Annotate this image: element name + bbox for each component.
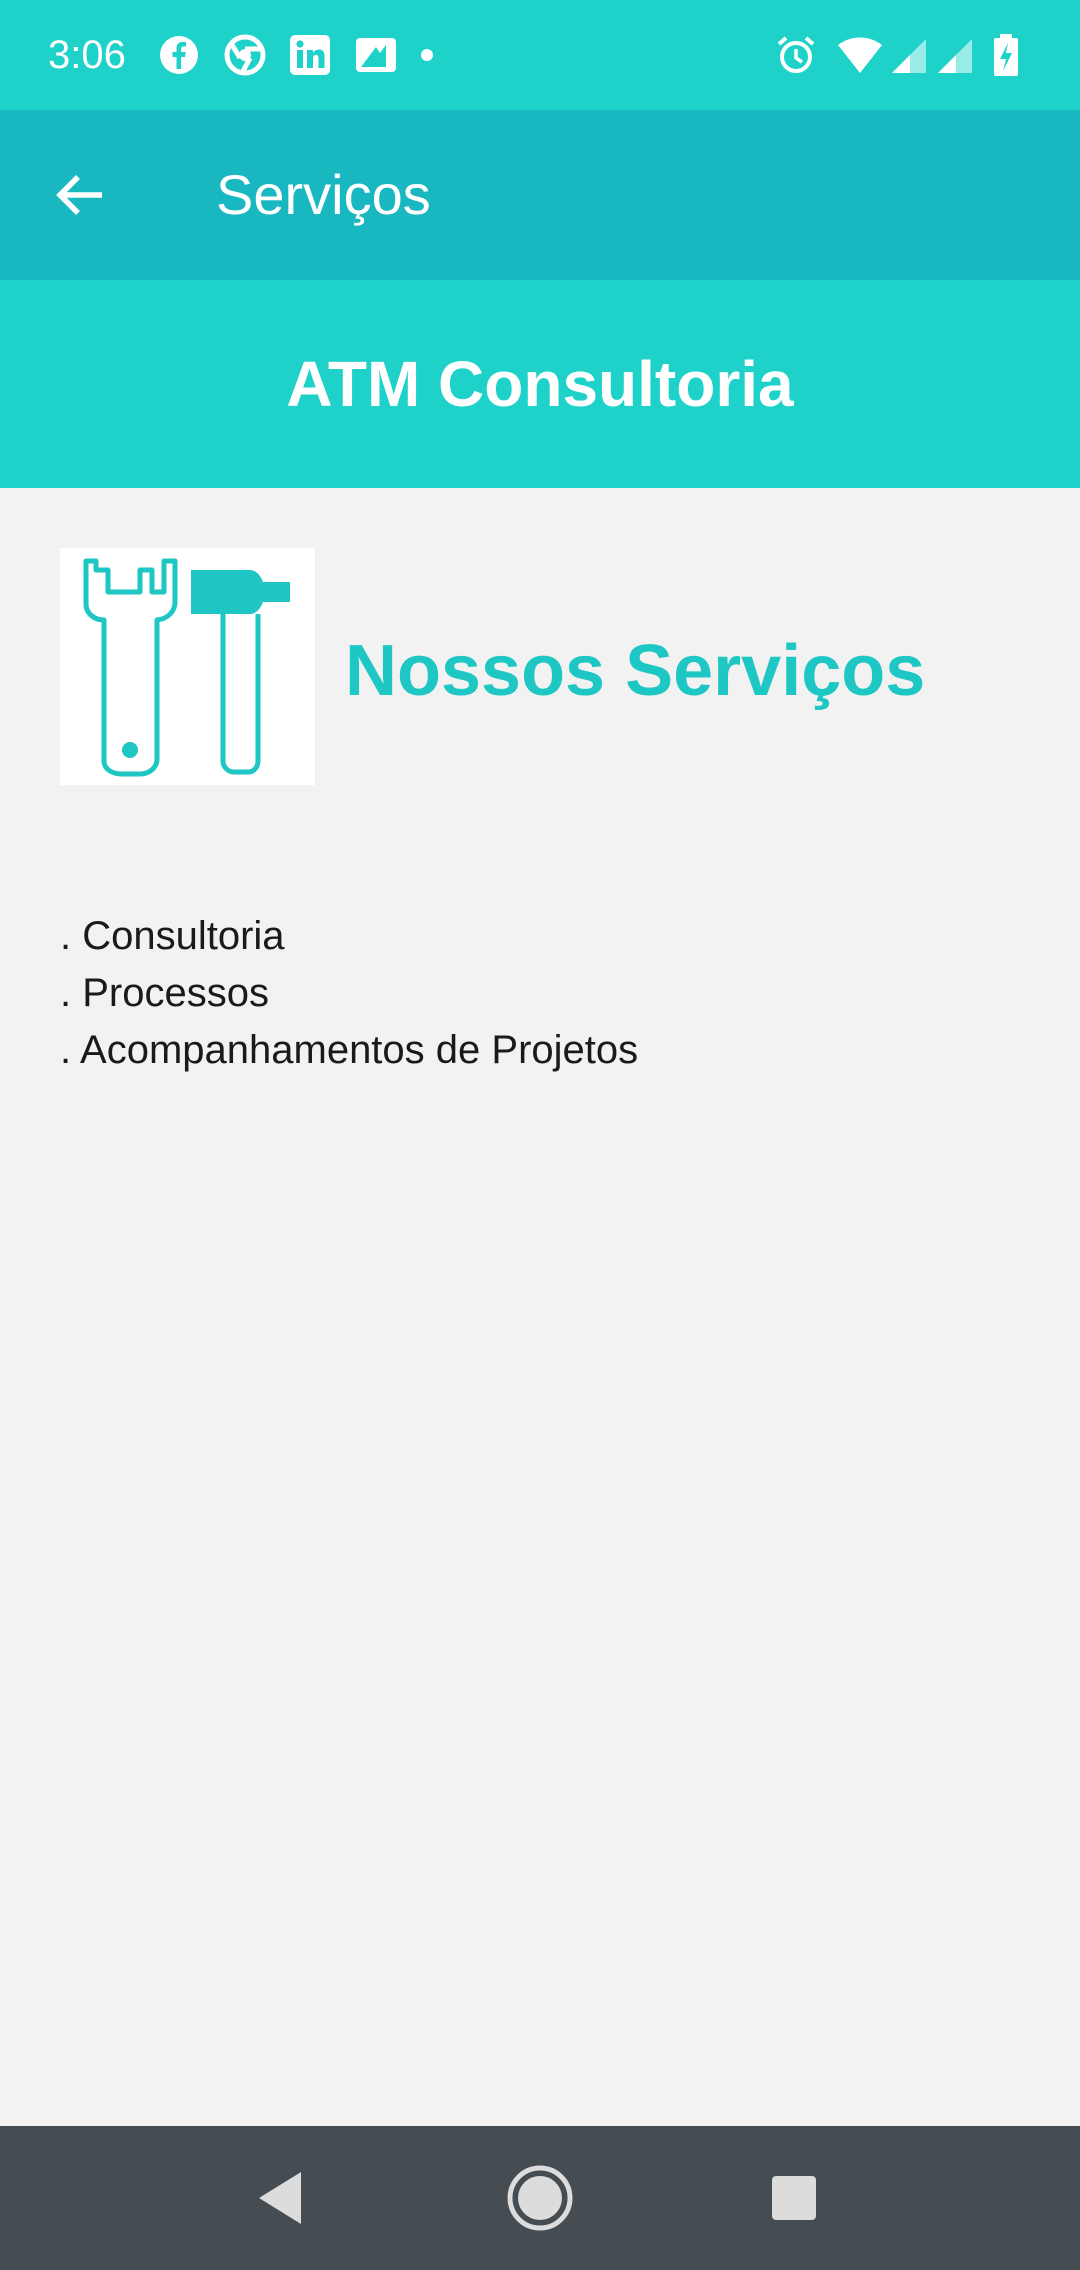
page-title: Serviços — [216, 163, 431, 226]
dot-icon — [421, 49, 433, 61]
list-item: . Acompanhamentos de Projetos — [60, 1028, 639, 1072]
battery-charging-icon — [994, 34, 1018, 76]
company-name: ATM Consultoria — [286, 348, 794, 420]
image-icon — [356, 38, 396, 72]
arrow-back-icon — [56, 175, 102, 215]
services-image — [60, 548, 315, 785]
list-item: . Consultoria — [60, 914, 285, 958]
status-bar: 3:06 — [0, 0, 1080, 110]
back-triangle-icon — [259, 2172, 301, 2224]
app-toolbar: Serviços — [0, 110, 1080, 280]
signal-icon — [892, 39, 926, 73]
wifi-icon — [838, 37, 882, 73]
service-list: . Consultoria . Processos . Acompanhamen… — [60, 908, 638, 1079]
main-content: Nossos Serviços . Consultoria . Processo… — [0, 488, 1080, 2126]
wrench-hammer-icon — [83, 558, 290, 777]
alarm-icon — [777, 36, 815, 73]
nav-home-button[interactable] — [490, 2148, 590, 2248]
linkedin-icon — [290, 35, 330, 75]
recents-square-icon — [772, 2176, 816, 2220]
back-button[interactable] — [40, 155, 120, 235]
system-nav-bar — [0, 2126, 1080, 2270]
company-banner: ATM Consultoria — [0, 280, 1080, 488]
nav-back-button[interactable] — [231, 2148, 331, 2248]
facebook-icon — [160, 36, 198, 74]
list-item: . Processos — [60, 971, 269, 1015]
home-circle-icon — [507, 2165, 573, 2231]
status-time: 3:06 — [48, 33, 126, 77]
nav-recents-button[interactable] — [744, 2148, 844, 2248]
signal-icon — [938, 39, 972, 73]
chrome-icon — [224, 34, 266, 76]
section-title: Nossos Serviços — [345, 631, 926, 711]
